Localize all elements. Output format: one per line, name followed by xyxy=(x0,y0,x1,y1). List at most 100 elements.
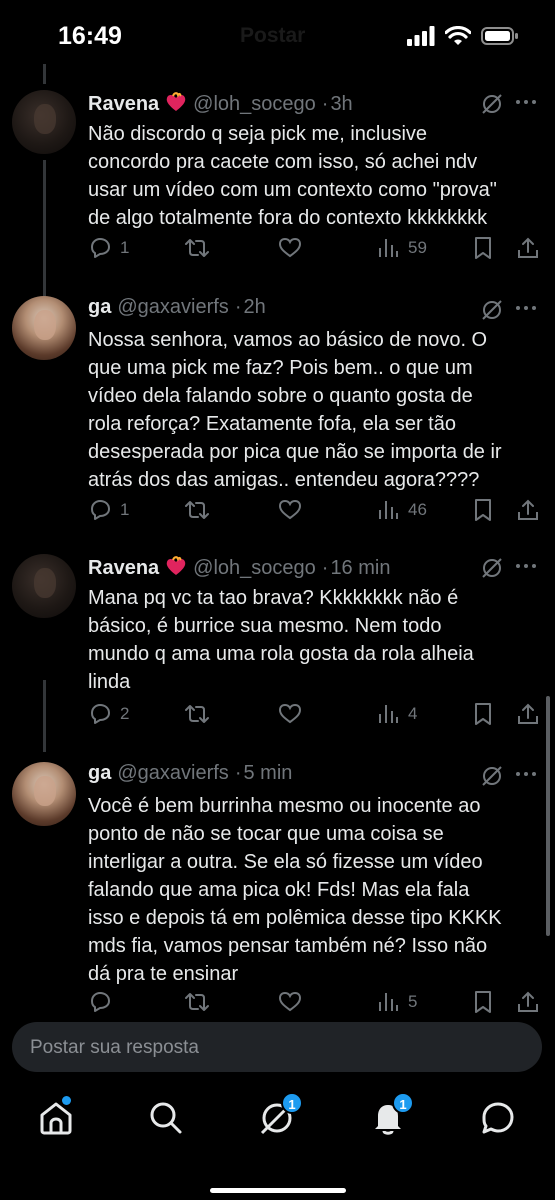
nav-search[interactable] xyxy=(146,1098,186,1138)
timestamp[interactable]: 16 min xyxy=(330,557,390,580)
view-count: 46 xyxy=(408,500,427,519)
share-button[interactable] xyxy=(516,236,540,260)
views-button[interactable]: 59 xyxy=(376,236,427,260)
timestamp[interactable]: 3h xyxy=(330,93,352,116)
home-icon xyxy=(40,1102,72,1135)
views-chart-icon xyxy=(379,501,398,519)
views-chart-icon xyxy=(379,705,398,723)
notifications-badge: 1 xyxy=(392,1092,414,1114)
share-button[interactable] xyxy=(516,498,540,522)
repost-icon xyxy=(185,501,209,519)
timestamp[interactable]: 5 min xyxy=(243,762,292,785)
share-button[interactable] xyxy=(516,702,540,726)
bookmark-icon xyxy=(475,991,491,1013)
grok-icon[interactable] xyxy=(480,92,504,116)
bookmark-icon xyxy=(475,237,491,259)
views-button[interactable]: 46 xyxy=(376,498,427,522)
wifi-icon xyxy=(445,26,471,45)
share-button[interactable] xyxy=(516,990,540,1014)
user-handle[interactable]: @loh_socego xyxy=(193,93,316,116)
like-button[interactable] xyxy=(278,702,302,726)
avatar[interactable] xyxy=(12,90,76,154)
display-name[interactable]: ga xyxy=(88,762,111,785)
reply-count: 1 xyxy=(120,238,130,257)
tweet-header: Ravena @loh_socego · 3h xyxy=(88,92,353,116)
display-name[interactable]: Ravena xyxy=(88,93,159,116)
user-handle[interactable]: @gaxavierfs xyxy=(117,762,228,785)
user-handle[interactable]: @gaxavierfs xyxy=(117,296,228,319)
grok-icon[interactable] xyxy=(480,764,504,788)
avatar[interactable] xyxy=(12,554,76,618)
repost-button[interactable] xyxy=(184,702,210,726)
nav-home[interactable] xyxy=(36,1096,76,1138)
home-notification-dot xyxy=(62,1096,71,1105)
reply-thread: Ravena @loh_socego · 3h Não discordo q s… xyxy=(0,64,555,1014)
views-button[interactable]: 5 xyxy=(376,990,417,1014)
tweet-actions: 5 xyxy=(88,990,540,1014)
heart-on-fire-emoji-icon xyxy=(166,92,186,111)
thread-line-top xyxy=(43,64,46,84)
tweet[interactable]: ga @gaxavierfs · 2h Nossa senhora, vamos… xyxy=(0,296,555,536)
tweet-actions: 2 4 xyxy=(88,702,540,726)
home-indicator xyxy=(210,1188,346,1193)
reply-button[interactable] xyxy=(88,990,120,1014)
like-button[interactable] xyxy=(278,236,302,260)
status-time: 16:49 xyxy=(58,22,122,50)
repost-button[interactable] xyxy=(184,990,210,1014)
view-count: 5 xyxy=(408,992,418,1011)
reply-button[interactable]: 1 xyxy=(88,236,129,260)
avatar[interactable] xyxy=(12,762,76,826)
reply-button[interactable]: 1 xyxy=(88,498,129,522)
repost-icon xyxy=(185,239,209,257)
grok-icon[interactable] xyxy=(480,556,504,580)
bookmark-button[interactable] xyxy=(472,236,494,260)
tweet-header: Ravena @loh_socego · 16 min xyxy=(88,556,391,580)
status-bar: 16:49 Postar xyxy=(0,0,555,70)
tweet-header: ga @gaxavierfs · 5 min xyxy=(88,762,293,785)
like-button[interactable] xyxy=(278,990,302,1014)
like-heart-icon xyxy=(278,991,302,1012)
repost-button[interactable] xyxy=(184,498,210,522)
reply-input-placeholder[interactable]: Postar sua resposta xyxy=(30,1037,199,1059)
grok-icon[interactable] xyxy=(480,298,504,322)
chat-bubble-icon xyxy=(482,1102,514,1134)
repost-button[interactable] xyxy=(184,236,210,260)
cellular-signal-icon xyxy=(407,26,435,46)
avatar[interactable] xyxy=(12,296,76,360)
timestamp[interactable]: 2h xyxy=(243,296,265,319)
more-options-icon[interactable] xyxy=(516,100,536,104)
display-name[interactable]: Ravena xyxy=(88,557,159,580)
tweet[interactable]: ga @gaxavierfs · 5 min Você é bem burrin… xyxy=(0,762,555,1014)
more-options-icon[interactable] xyxy=(516,306,536,310)
nav-notifications[interactable]: 1 xyxy=(368,1092,414,1138)
view-count: 59 xyxy=(408,238,427,257)
tweet-text: Não discordo q seja pick me, inclusive c… xyxy=(88,123,497,229)
tweet[interactable]: Ravena @loh_socego · 16 min Mana pq vc t… xyxy=(0,554,555,734)
share-icon xyxy=(518,703,538,724)
reply-icon xyxy=(91,238,110,258)
more-options-icon[interactable] xyxy=(516,772,536,776)
nav-grok[interactable]: 1 xyxy=(257,1092,303,1138)
tweet[interactable]: Ravena @loh_socego · 3h Não discordo q s… xyxy=(0,90,555,290)
views-chart-icon xyxy=(379,993,398,1011)
reply-button[interactable]: 2 xyxy=(88,702,129,726)
scrollbar[interactable] xyxy=(546,696,550,936)
share-icon xyxy=(518,237,538,258)
like-button[interactable] xyxy=(278,498,302,522)
like-heart-icon xyxy=(278,703,302,724)
nav-messages[interactable] xyxy=(478,1098,518,1138)
tweet-actions: 1 59 xyxy=(88,236,540,260)
display-name[interactable]: ga xyxy=(88,296,111,319)
bookmark-button[interactable] xyxy=(472,498,494,522)
heart-on-fire-emoji-icon xyxy=(166,556,186,575)
bookmark-button[interactable] xyxy=(472,990,494,1014)
bookmark-button[interactable] xyxy=(472,702,494,726)
share-icon xyxy=(518,991,538,1012)
views-button[interactable]: 4 xyxy=(376,702,417,726)
reply-composer[interactable]: Postar sua resposta xyxy=(12,1022,542,1072)
reply-count: 2 xyxy=(120,704,130,723)
more-options-icon[interactable] xyxy=(516,564,536,568)
bookmark-icon xyxy=(475,499,491,521)
user-handle[interactable]: @loh_socego xyxy=(193,557,316,580)
search-icon xyxy=(150,1102,182,1134)
